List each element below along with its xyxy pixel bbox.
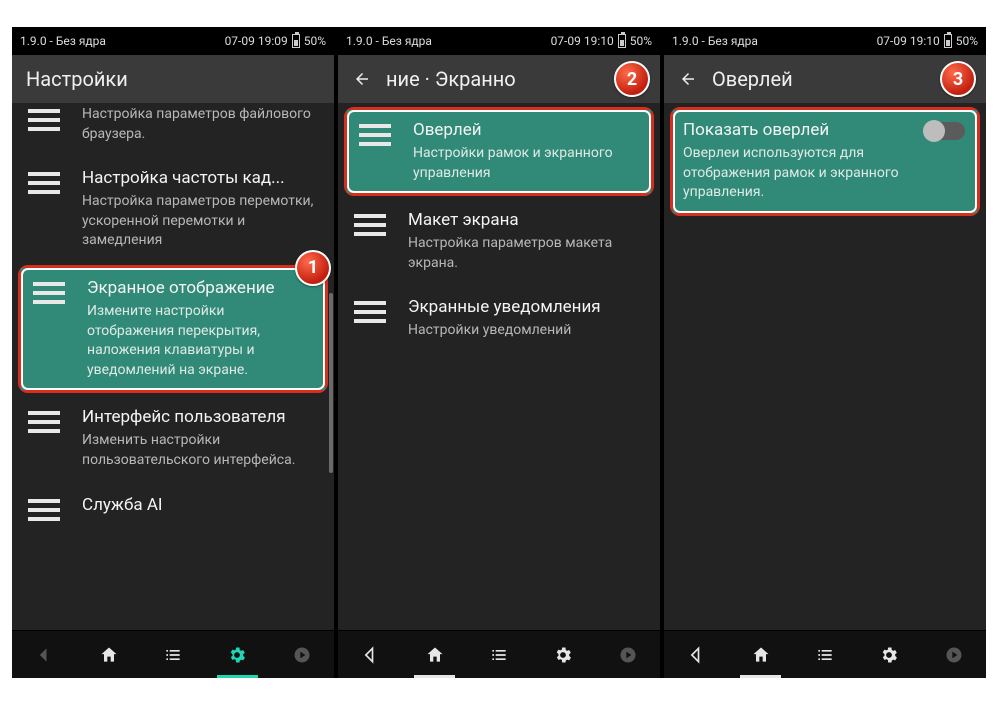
osd-item-layout[interactable]: Макет экрана Настройка параметров макета… [338, 198, 660, 285]
settings-item-ai-service[interactable]: Служба AI [12, 483, 334, 533]
toggle-show-overlay[interactable] [925, 122, 965, 140]
bottom-nav [12, 630, 334, 678]
item-title: Настройка частоты кад... [82, 168, 318, 188]
item-title: Оверлей [413, 120, 639, 140]
status-bar: 1.9.0 - Без ядра 07-09 19:09 50% [12, 27, 334, 55]
item-title: Экранные уведомления [408, 297, 644, 317]
screen-settings: 1.9.0 - Без ядра 07-09 19:09 50% Настрой… [12, 27, 334, 678]
nav-back[interactable] [664, 631, 728, 678]
battery-icon [292, 34, 300, 48]
battery-icon [944, 34, 952, 48]
item-title: Макет экрана [408, 210, 644, 230]
nav-list[interactable] [793, 631, 857, 678]
list-icon [354, 214, 386, 236]
step-badge-3: 3 [940, 61, 976, 97]
nav-back[interactable] [12, 631, 76, 678]
highlight-frame-3: Показать оверлей Оверлеи используются дл… [670, 107, 980, 216]
settings-item-framerate[interactable]: Настройка частоты кад... Настройка парам… [12, 156, 334, 263]
page-title: Оверлей [712, 67, 793, 91]
nav-settings[interactable] [857, 631, 921, 678]
titlebar: Настройки [12, 55, 334, 103]
scrollbar[interactable] [329, 293, 333, 473]
osd-list[interactable]: Оверлей Настройки рамок и экранного упра… [338, 103, 660, 630]
nav-list[interactable] [467, 631, 531, 678]
status-bar: 1.9.0 - Без ядра 07-09 19:10 50% [664, 27, 986, 55]
nav-settings[interactable] [531, 631, 595, 678]
osd-item-overlay[interactable]: Оверлей Настройки рамок и экранного упра… [347, 110, 651, 193]
osd-item-notifications[interactable]: Экранные уведомления Настройки уведомлен… [338, 285, 660, 353]
status-bar: 1.9.0 - Без ядра 07-09 19:10 50% [338, 27, 660, 55]
status-time: 07-09 19:10 [551, 34, 614, 48]
settings-item-user-interface[interactable]: Интерфейс пользователя Изменить настройк… [12, 395, 334, 482]
nav-forward[interactable] [922, 631, 986, 678]
nav-list[interactable] [141, 631, 205, 678]
highlight-frame-2: Оверлей Настройки рамок и экранного упра… [344, 107, 654, 196]
status-time: 07-09 19:10 [877, 34, 940, 48]
back-button[interactable] [352, 69, 372, 89]
nav-forward[interactable] [596, 631, 660, 678]
item-desc: Оверлеи используются для отображения рам… [683, 144, 911, 203]
list-icon [28, 109, 60, 131]
step-badge-1: 1 [295, 250, 331, 286]
status-version: 1.9.0 - Без ядра [20, 34, 106, 48]
item-desc: Настройка параметров макета экрана. [408, 234, 644, 273]
nav-home[interactable] [728, 631, 792, 678]
overlay-item-show-overlay[interactable]: Показать оверлей Оверлеи используются дл… [673, 110, 977, 213]
item-desc: Изменить настройки пользовательского инт… [82, 431, 318, 470]
status-version: 1.9.0 - Без ядра [346, 34, 432, 48]
status-time: 07-09 19:09 [225, 34, 288, 48]
list-icon [354, 301, 386, 323]
item-desc: Настройка параметров файлового браузера. [82, 105, 318, 144]
list-icon [359, 124, 391, 146]
bottom-nav [338, 630, 660, 678]
nav-back[interactable] [338, 631, 402, 678]
status-battery: 50% [630, 34, 652, 48]
settings-item-filebrowser[interactable]: Настройка параметров файлового браузера. [12, 103, 334, 156]
back-button[interactable] [678, 69, 698, 89]
list-icon [28, 172, 60, 194]
titlebar: Оверлей 3 [664, 55, 986, 103]
list-icon [33, 282, 65, 304]
screen-onscreen-display: 1.9.0 - Без ядра 07-09 19:10 50% ние · Э… [338, 27, 660, 678]
step-badge-2: 2 [614, 61, 650, 97]
item-desc: Настройки рамок и экранного управления [413, 144, 639, 183]
battery-icon [618, 34, 626, 48]
titlebar: ние · Экранно 2 [338, 55, 660, 103]
bottom-nav [664, 630, 986, 678]
nav-home[interactable] [402, 631, 466, 678]
item-title: Экранное отображение [87, 278, 313, 298]
list-icon [28, 411, 60, 433]
nav-forward[interactable] [270, 631, 334, 678]
nav-home[interactable] [76, 631, 140, 678]
item-title: Показать оверлей [683, 120, 911, 140]
item-title: Служба AI [82, 495, 318, 515]
highlight-frame-1: 1 Экранное отображение Измените настройк… [18, 265, 328, 393]
item-desc: Настройка параметров перемотки, ускоренн… [82, 192, 318, 251]
nav-settings[interactable] [205, 631, 269, 678]
screen-overlay: 1.9.0 - Без ядра 07-09 19:10 50% Оверлей… [664, 27, 986, 678]
item-desc: Настройки уведомлений [408, 321, 644, 341]
item-desc: Измените настройки отображения перекрыти… [87, 302, 313, 380]
page-title: Настройки [26, 67, 128, 91]
settings-list[interactable]: Настройка параметров файлового браузера.… [12, 103, 334, 630]
status-version: 1.9.0 - Без ядра [672, 34, 758, 48]
item-title: Интерфейс пользователя [82, 407, 318, 427]
settings-item-onscreen-display[interactable]: Экранное отображение Измените настройки … [21, 268, 325, 390]
list-icon [28, 499, 60, 521]
status-battery: 50% [956, 34, 978, 48]
overlay-list[interactable]: Показать оверлей Оверлеи используются дл… [664, 103, 986, 630]
page-title: ние · Экранно [386, 67, 516, 91]
status-battery: 50% [304, 34, 326, 48]
